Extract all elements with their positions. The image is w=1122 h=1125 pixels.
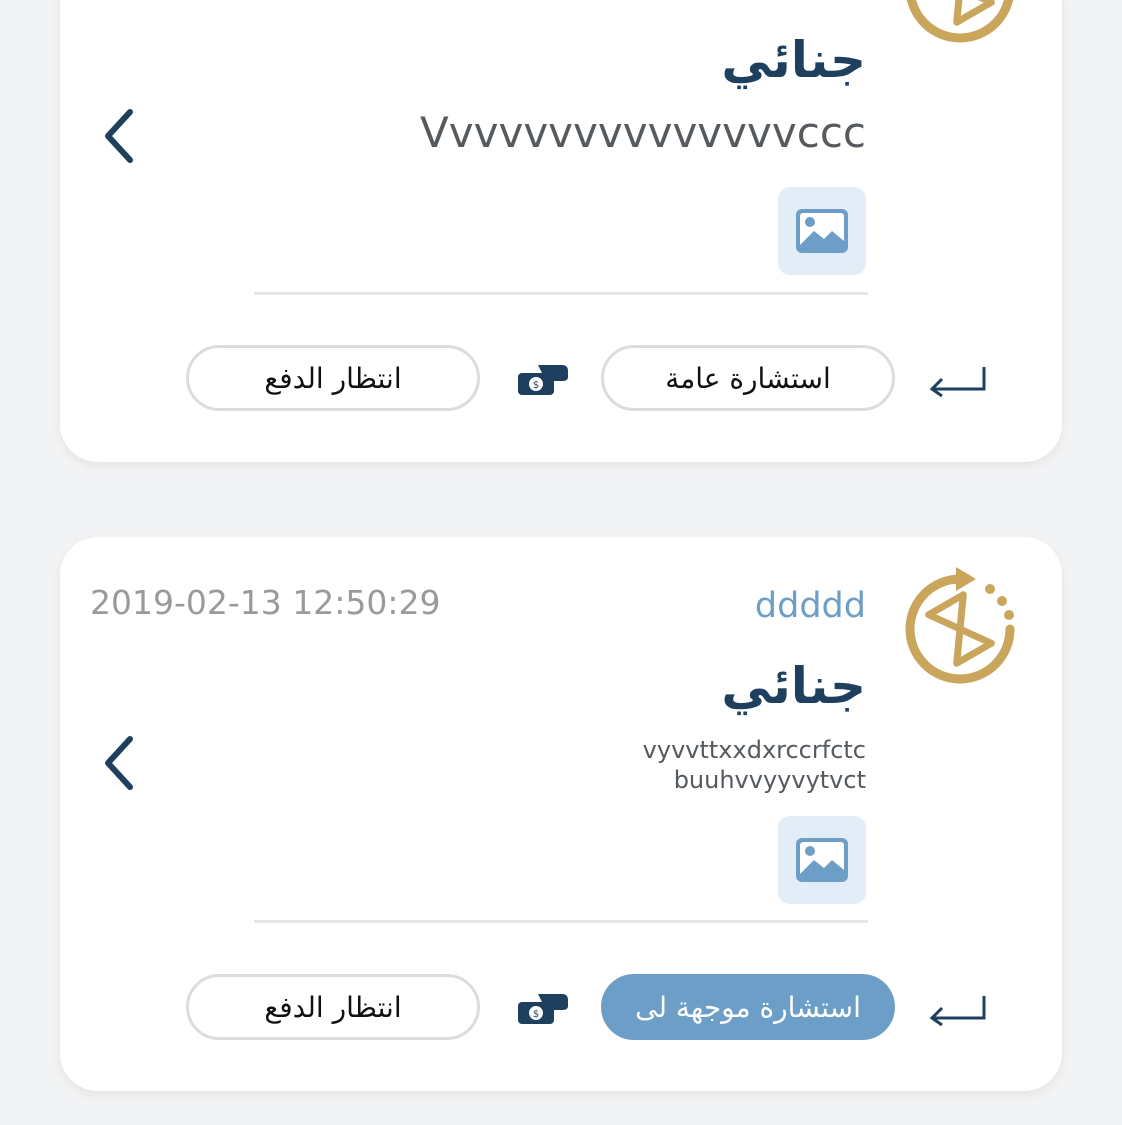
hand-money-icon: $ (518, 365, 568, 395)
description-line: buuhvvyyvytvct (673, 766, 866, 794)
attachment-thumbnail[interactable] (778, 816, 866, 904)
case-description: Vvvvvvvvvvvvvvvccc (420, 108, 866, 157)
consultation-type-button[interactable]: استشارة عامة (601, 345, 895, 411)
svg-text:$: $ (533, 380, 539, 391)
hourglass-refresh-icon (905, 567, 1015, 684)
divider (254, 292, 868, 295)
payment-status-button[interactable]: انتظار الدفع (186, 974, 480, 1040)
sender-name: ddddd (754, 586, 866, 626)
chevron-left-icon[interactable] (100, 733, 140, 793)
case-description: vyvvttxxdxrccrfctc buuhvvyyvytvct (643, 735, 866, 795)
payment-status-button[interactable]: انتظار الدفع (186, 345, 480, 411)
attachment-thumbnail[interactable] (778, 187, 866, 275)
case-category: جنائي (721, 31, 866, 89)
image-icon (796, 838, 848, 882)
consultation-card[interactable]: ddddd 2019-02-13 12:50:29 جنائي vyvvttxx… (60, 537, 1062, 1091)
hourglass-refresh-icon (906, 0, 1014, 43)
hand-money-icon: $ (518, 994, 568, 1024)
timestamp: 2019-02-13 12:50:29 (90, 583, 441, 622)
chevron-left-icon[interactable] (100, 106, 140, 166)
case-category: جنائي (721, 657, 866, 715)
svg-text:$: $ (533, 1009, 539, 1020)
consultation-card[interactable]: جنائي Vvvvvvvvvvvvvvvccc استشارة عامة $ … (60, 0, 1062, 462)
consultation-type-button[interactable]: استشارة موجهة لى (601, 974, 895, 1040)
description-line: vyvvttxxdxrccrfctc (642, 736, 866, 764)
image-icon (796, 209, 848, 253)
reply-arrow-icon[interactable] (928, 365, 988, 397)
divider (254, 920, 868, 923)
reply-arrow-icon[interactable] (928, 994, 988, 1026)
